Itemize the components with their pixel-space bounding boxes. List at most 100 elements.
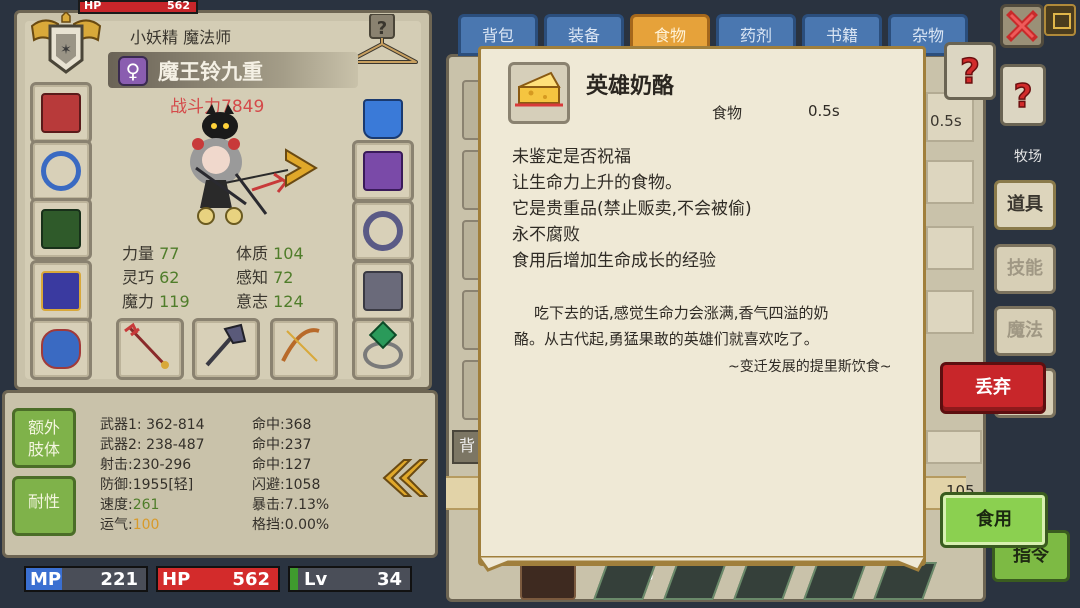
amulet-slot[interactable] <box>30 140 92 202</box>
device-slot[interactable] <box>30 318 92 380</box>
item-time-partial: 0.5s <box>930 112 962 130</box>
helmet-slot[interactable] <box>30 82 92 144</box>
svg-text:✶: ✶ <box>60 42 72 58</box>
attribute-magic: 魔力 119 <box>122 288 190 312</box>
crossbow-slot[interactable] <box>270 318 338 380</box>
hp-label: HP <box>162 569 191 590</box>
stat-label: 武器2: <box>100 437 142 453</box>
stat-value: 127 <box>284 457 312 473</box>
cloak-slot[interactable] <box>30 198 92 260</box>
items-button[interactable]: 道具 <box>994 180 1056 230</box>
stat-row: 命中:368 <box>252 414 311 434</box>
race-class-label: 小妖精 魔法师 <box>130 28 232 47</box>
attribute-dexterity: 灵巧 62 <box>122 264 179 288</box>
property-line: 永不腐败 <box>512 225 580 245</box>
trident-slot[interactable] <box>116 318 184 380</box>
eat-button[interactable]: 食用 <box>940 492 1048 548</box>
stat-value: 100 <box>132 517 160 533</box>
attr-value: 77 <box>159 244 180 263</box>
ring-slot[interactable] <box>352 200 414 262</box>
stat-row: 速度:261 <box>100 494 159 514</box>
stat-label: 命中: <box>252 437 285 453</box>
stat-label: 运气: <box>100 517 133 533</box>
item-lore-source: ~变迁发展的提里斯饮食~ <box>728 359 892 375</box>
property-line: 它是贵重品(禁止贩卖,不会被偷) <box>512 199 752 219</box>
stat-value: 362-814 <box>146 417 205 433</box>
stat-label: 射击: <box>100 457 133 473</box>
stat-row: 暴击:7.13% <box>252 494 329 514</box>
resistance-button[interactable]: 耐性 <box>12 476 76 536</box>
stat-row: 闪避:1058 <box>252 474 320 494</box>
property-line: 未鉴定是否祝福 <box>512 147 631 167</box>
level-value: 34 <box>376 569 402 590</box>
attr-label: 意志 <box>236 292 269 311</box>
item-category: 食物 <box>712 104 743 122</box>
question-mark-icon[interactable]: ? <box>1000 64 1046 126</box>
stat-label: 防御: <box>100 477 133 493</box>
stat-value: 1955[轻] <box>132 477 194 493</box>
popup-bottom-edge <box>475 554 929 576</box>
mp-bar: MP 221 <box>24 566 148 592</box>
item-lore-line: 吃下去的话,感觉生命力会涨满,香气四溢的奶 <box>534 304 829 322</box>
inventory-row[interactable] <box>926 430 982 464</box>
stat-label: 速度: <box>100 497 133 513</box>
attr-value: 72 <box>273 268 294 287</box>
stat-label: 闪避: <box>252 477 285 493</box>
hp-value: 562 <box>232 569 270 590</box>
item-time: 0.5s <box>808 102 840 120</box>
hp-bar: HP 562 <box>156 566 280 592</box>
property-line: 让生命力上升的食物。 <box>512 173 682 193</box>
character-sprite <box>176 104 294 228</box>
attr-label: 感知 <box>236 268 269 287</box>
discard-button[interactable]: 丢弃 <box>940 362 1046 414</box>
mp-value: 221 <box>100 569 138 590</box>
cheese-icon <box>508 62 570 124</box>
stat-row: 格挡:0.00% <box>252 514 329 534</box>
axe-slot[interactable] <box>192 318 260 380</box>
attr-value: 104 <box>273 244 304 263</box>
stat-row: 命中:237 <box>252 434 311 454</box>
chevron-right-icon[interactable] <box>282 148 320 188</box>
stat-value: 237 <box>284 437 312 453</box>
item-name: 英雄奶酪 <box>586 74 675 99</box>
attr-label: 灵巧 <box>122 268 155 287</box>
inventory-row[interactable] <box>926 160 974 204</box>
stat-value: 7.13% <box>284 497 330 513</box>
stat-row: 运气:100 <box>100 514 159 534</box>
window-icon[interactable] <box>1044 4 1076 36</box>
question-mark-icon[interactable]: ? <box>944 42 996 100</box>
svg-text:?: ? <box>377 18 387 39</box>
skills-button[interactable]: 技能 <box>994 244 1056 294</box>
ranch-label: 牧场 <box>1014 149 1042 165</box>
stat-row: 射击:230-296 <box>100 454 191 474</box>
top-hp-label: HP <box>84 0 102 12</box>
glove-slot[interactable] <box>352 140 414 202</box>
character-name: 魔王铃九重 <box>158 60 263 84</box>
svg-text:?: ? <box>1014 77 1033 115</box>
close-x-icon[interactable] <box>1000 4 1044 48</box>
boots-slot[interactable] <box>352 260 414 322</box>
armor-slot[interactable] <box>30 260 92 322</box>
inventory-row[interactable] <box>926 226 974 270</box>
attr-label: 魔力 <box>122 292 155 311</box>
gem-ring-slot[interactable] <box>352 318 414 380</box>
magic-button[interactable]: 魔法 <box>994 306 1056 356</box>
gender-icon: ♀ <box>118 56 148 86</box>
extra-limbs-button[interactable]: 额外 肢体 <box>12 408 76 468</box>
stat-value: 230-296 <box>132 457 192 473</box>
attribute-strength: 力量 77 <box>122 240 179 264</box>
attr-value: 62 <box>159 268 180 287</box>
inventory-row[interactable] <box>926 290 974 334</box>
stat-value: 368 <box>284 417 312 433</box>
mp-label: MP <box>30 569 62 590</box>
stat-label: 格挡: <box>252 517 285 533</box>
stat-value: 1058 <box>284 477 321 493</box>
item-lore-line: 酪。从古代起,勇猛果敢的英雄们就喜欢吃了。 <box>514 330 819 348</box>
property-line: 食用后增加生命成长的经验 <box>512 251 716 271</box>
stat-label: 武器1: <box>100 417 142 433</box>
attribute-will: 意志 124 <box>236 288 304 312</box>
attr-label: 力量 <box>122 244 155 263</box>
level-bar: Lv 34 <box>288 566 412 592</box>
double-chevron-left-icon[interactable] <box>378 456 429 500</box>
stat-label: 命中: <box>252 457 285 473</box>
